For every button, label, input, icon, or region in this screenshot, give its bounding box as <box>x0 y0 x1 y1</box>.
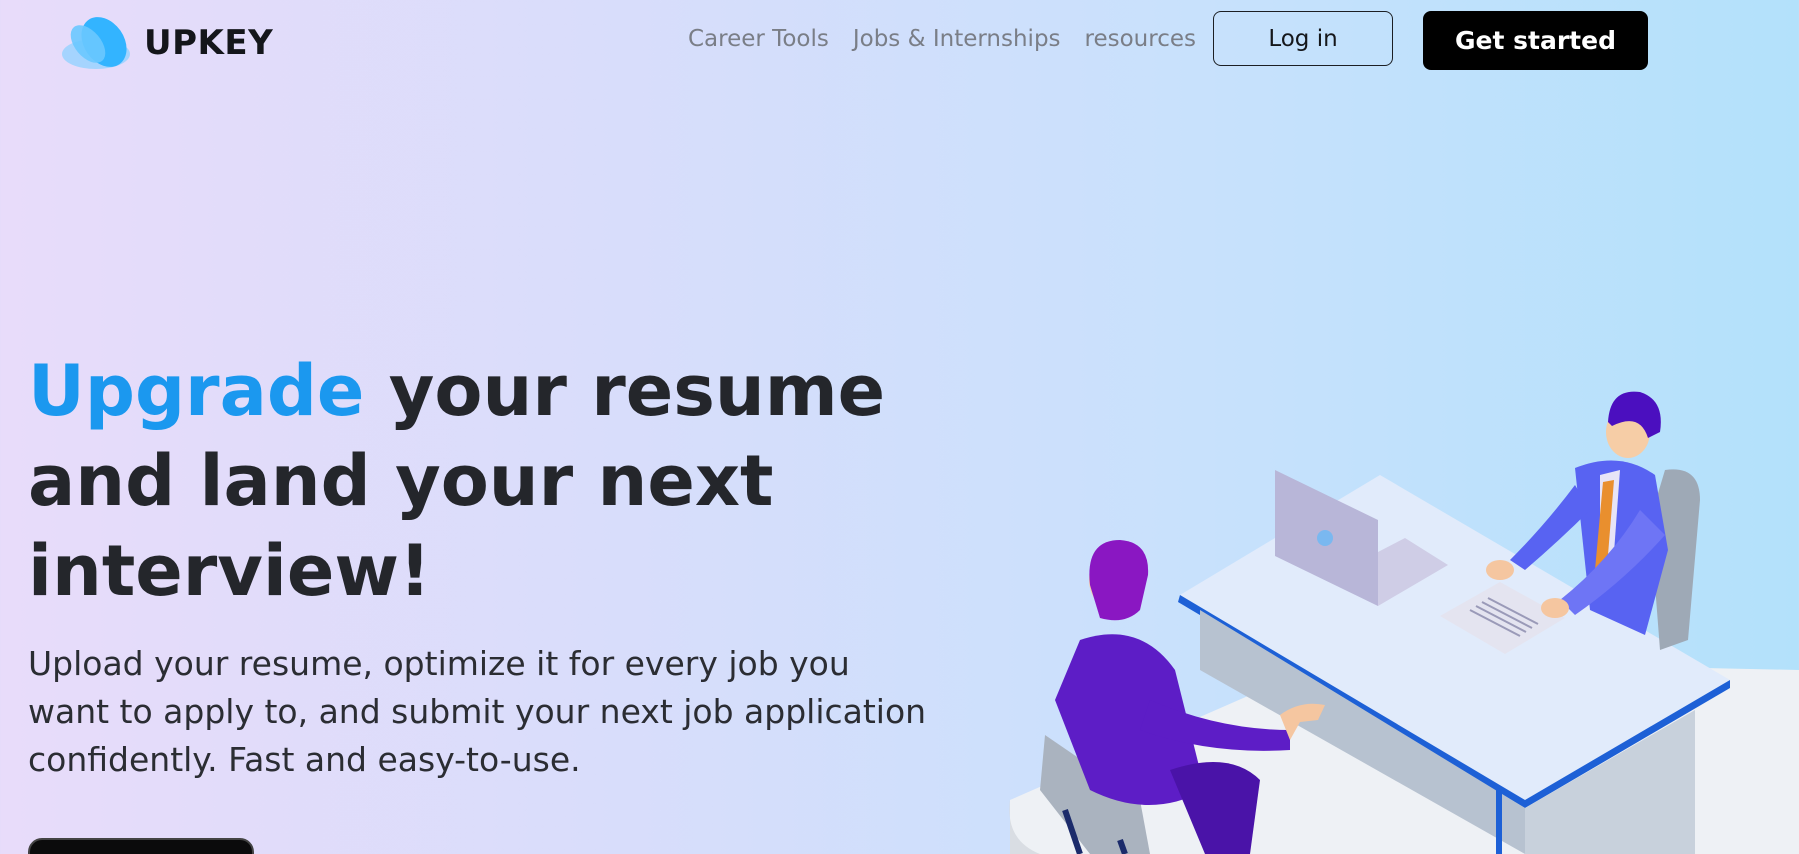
nav-resources[interactable]: resources <box>1085 26 1196 52</box>
upkey-leaf-logo-icon <box>62 17 130 69</box>
job-interview-illustration-icon <box>1009 391 1799 854</box>
brand-name: UPKEY <box>144 23 274 63</box>
brand-logo[interactable]: UPKEY <box>58 14 273 72</box>
login-button[interactable]: Log in <box>1213 11 1393 66</box>
nav-jobs-internships[interactable]: Jobs & Internships <box>853 26 1061 52</box>
hero-subtitle: Upload your resume, optimize it for ever… <box>28 644 927 779</box>
hero-title: Upgrade your resume and land your next i… <box>28 346 888 616</box>
hero-title-accent: Upgrade <box>28 350 365 432</box>
get-started-button[interactable]: Get started <box>1423 11 1648 70</box>
main-nav: Career Tools Jobs & Internships resource… <box>688 26 1196 52</box>
nav-career-tools[interactable]: Career Tools <box>688 26 829 52</box>
hero-cta-button[interactable] <box>28 838 254 854</box>
